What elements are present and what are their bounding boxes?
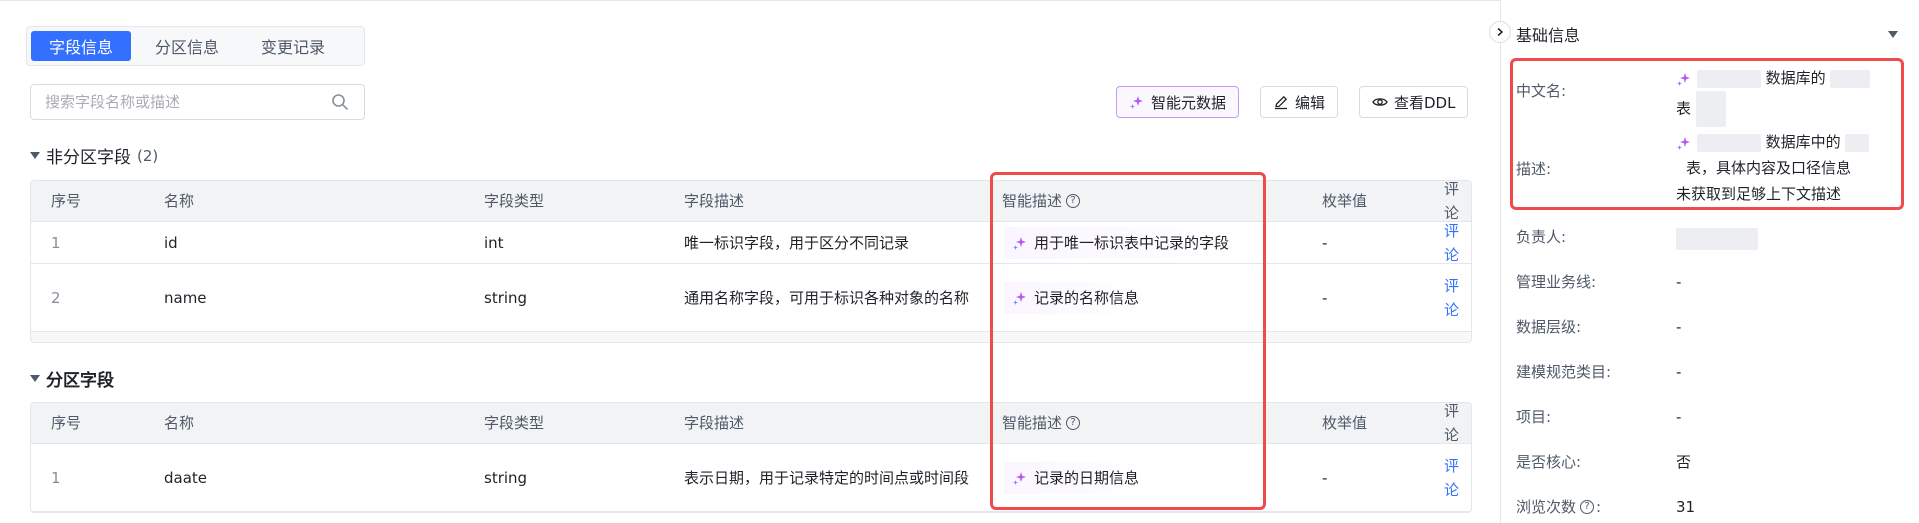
row-index: 2 [51,288,61,307]
value-project: - [1676,408,1682,426]
partition-section-header[interactable]: 分区字段 [30,366,114,391]
redacted-block [1676,227,1758,250]
label-is-core: 是否核心: [1516,453,1582,471]
row-desc: 表示日期，用于记录特定的时间点或时间段 [684,468,970,487]
tab-partition-info[interactable]: 分区信息 [137,31,237,61]
row-index: 1 [51,233,61,252]
row-type: string [484,288,528,307]
tab-bar: 字段信息 分区信息 变更记录 [26,26,365,66]
col-enum: 枚举值 [1322,192,1368,210]
label-owner: 负责人: [1516,228,1567,246]
caret-down-icon[interactable] [30,152,40,159]
value-is-core: 否 [1676,453,1692,471]
redacted-block [1695,91,1726,127]
col-desc: 字段描述 [684,192,745,210]
sparkle-icon [1677,72,1690,86]
label-cn-name: 中文名: [1516,82,1567,100]
label-project: 项目: [1516,408,1552,426]
comment-link[interactable]: 评论 [1444,222,1471,264]
collapse-panel-button[interactable] [1489,21,1511,43]
col-index: 序号 [51,192,82,210]
sparkle-icon [1677,136,1690,150]
row-name: id [164,233,178,252]
edit-icon [1275,95,1288,110]
value-cn-name: 数据库的 表 [1676,65,1886,127]
value-modeling-category: - [1676,363,1682,381]
row-enum: - [1322,468,1328,487]
redacted-block [1830,69,1871,88]
col-comment: 评论 [1444,402,1460,444]
label-modeling-category: 建模规范类目: [1516,363,1612,381]
comment-link[interactable]: 评论 [1444,444,1471,511]
description-text-a: 数据库中的 [1765,133,1841,151]
col-enum: 枚举值 [1322,414,1368,432]
section-count: (2) [137,146,159,165]
edit-label: 编辑 [1295,93,1326,112]
row-type: string [484,468,528,487]
value-description: 数据库中的 表，具体内容及口径信息 未获取到足够上下文描述 [1676,129,1886,207]
section-title: 分区字段 [46,371,114,391]
description-text-c: 未获取到足够上下文描述 [1676,185,1842,203]
row-name: name [164,288,207,307]
views-label-text: 浏览次数 [1516,498,1577,516]
value-owner [1676,225,1758,251]
value-views: 31 [1676,498,1696,516]
cn-name-suffix: 表 [1676,99,1692,118]
caret-down-icon[interactable] [30,375,40,382]
row-index: 1 [51,468,61,487]
col-name: 名称 [164,192,195,210]
ai-metadata-button[interactable]: 智能元数据 [1116,86,1240,118]
search-input[interactable] [45,93,330,111]
field-search [30,84,365,120]
sparkle-icon [1130,96,1143,109]
tab-change-log[interactable]: 变更记录 [243,31,343,61]
app-root: 字段信息 分区信息 变更记录 智能元数据 编辑 查看DDL [0,0,1919,523]
section-title: 非分区字段 [46,148,131,168]
panel-title: 基础信息 [1516,26,1581,45]
chevron-right-icon [1497,27,1504,37]
label-data-layer: 数据层级: [1516,318,1582,336]
view-ddl-label: 查看DDL [1394,93,1456,112]
col-type: 字段类型 [484,192,545,210]
eye-icon [1372,98,1388,106]
row-desc: 通用名称字段，可用于标识各种对象的名称 [684,288,970,307]
label-views: 浏览次数 ? : [1516,497,1602,517]
search-icon[interactable] [330,92,350,112]
caret-down-icon[interactable] [1888,31,1898,38]
label-description: 描述: [1516,160,1552,178]
row-desc: 唯一标识字段，用于区分不同记录 [684,233,910,252]
value-data-layer: - [1676,318,1682,336]
view-ddl-button[interactable]: 查看DDL [1359,86,1469,118]
col-name: 名称 [164,414,195,432]
description-text-b: 表，具体内容及口径信息 [1686,159,1852,177]
redacted-block [1696,133,1761,152]
label-business-line: 管理业务线: [1516,273,1597,291]
tab-field-info[interactable]: 字段信息 [31,31,132,61]
col-desc: 字段描述 [684,414,745,432]
row-name: daate [164,468,208,487]
value-business-line: - [1676,273,1682,291]
col-index: 序号 [51,414,82,432]
row-enum: - [1322,233,1328,252]
ai-desc-highlight-box [990,172,1266,510]
ai-metadata-label: 智能元数据 [1151,93,1227,112]
col-type: 字段类型 [484,414,545,432]
cn-name-text: 数据库的 [1765,69,1826,87]
row-enum: - [1322,288,1328,307]
redacted-block [1845,133,1870,152]
non-partition-section-header[interactable]: 非分区字段 (2) [30,143,158,168]
help-icon[interactable]: ? [1580,499,1595,514]
comment-link[interactable]: 评论 [1444,264,1471,331]
edit-button[interactable]: 编辑 [1260,86,1339,118]
row-type: int [484,233,504,252]
col-comment: 评论 [1444,180,1460,222]
redacted-block [1696,69,1761,88]
